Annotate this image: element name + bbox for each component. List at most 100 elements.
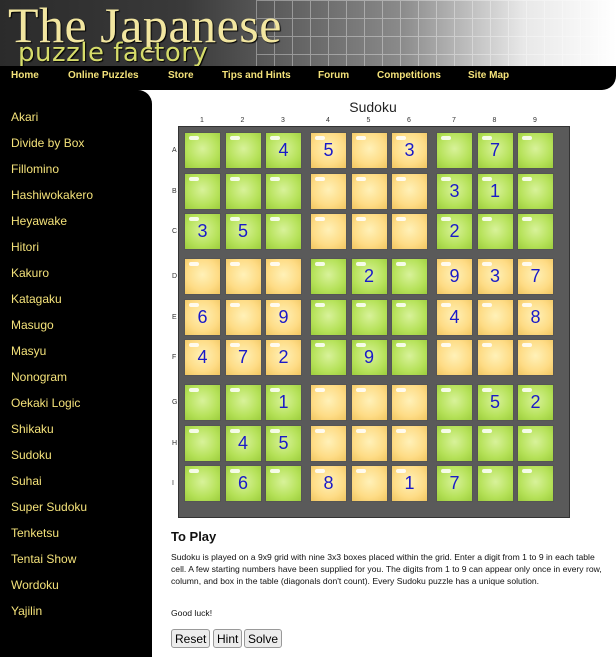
- nav-link-competitions[interactable]: Competitions: [377, 70, 441, 81]
- sidebar-item-heyawake[interactable]: Heyawake: [11, 214, 67, 228]
- sudoku-cell[interactable]: 7: [436, 465, 473, 502]
- sidebar-item-masugo[interactable]: Masugo: [11, 318, 54, 332]
- sidebar-item-oekaki-logic[interactable]: Oekaki Logic: [11, 396, 80, 410]
- sudoku-cell[interactable]: [436, 339, 473, 376]
- sudoku-cell[interactable]: [476, 424, 514, 462]
- sudoku-cell[interactable]: [265, 213, 302, 250]
- sudoku-cell[interactable]: 4: [184, 339, 221, 376]
- sidebar-item-sudoku[interactable]: Sudoku: [11, 448, 52, 462]
- sudoku-cell[interactable]: [310, 298, 347, 336]
- sudoku-cell[interactable]: [391, 384, 428, 421]
- sudoku-cell[interactable]: 2: [265, 339, 302, 376]
- sudoku-cell[interactable]: [224, 384, 262, 421]
- sudoku-cell[interactable]: [436, 132, 473, 169]
- sudoku-cell[interactable]: 9: [265, 298, 302, 336]
- sudoku-cell[interactable]: [310, 339, 347, 376]
- sudoku-cell[interactable]: [265, 172, 302, 210]
- sudoku-cell[interactable]: [310, 213, 347, 250]
- sudoku-cell[interactable]: 2: [517, 384, 554, 421]
- sidebar-item-tenketsu[interactable]: Tenketsu: [11, 526, 59, 540]
- sudoku-cell[interactable]: [310, 172, 347, 210]
- sudoku-cell[interactable]: [391, 172, 428, 210]
- sudoku-cell[interactable]: 5: [265, 424, 302, 462]
- sudoku-cell[interactable]: 3: [391, 132, 428, 169]
- sudoku-cell[interactable]: [224, 132, 262, 169]
- sudoku-cell[interactable]: 7: [224, 339, 262, 376]
- sidebar-item-shikaku[interactable]: Shikaku: [11, 422, 54, 436]
- sudoku-cell[interactable]: [310, 258, 347, 295]
- sudoku-cell[interactable]: [517, 424, 554, 462]
- nav-link-forum[interactable]: Forum: [318, 70, 349, 81]
- nav-link-tips-and-hints[interactable]: Tips and Hints: [222, 70, 291, 81]
- sudoku-cell[interactable]: [436, 424, 473, 462]
- sudoku-cell[interactable]: [350, 172, 388, 210]
- sidebar-item-nonogram[interactable]: Nonogram: [11, 370, 67, 384]
- sudoku-cell[interactable]: [350, 384, 388, 421]
- sudoku-cell[interactable]: [184, 384, 221, 421]
- sudoku-cell[interactable]: 3: [436, 172, 473, 210]
- sidebar-item-suhai[interactable]: Suhai: [11, 474, 42, 488]
- sudoku-cell[interactable]: [224, 172, 262, 210]
- sudoku-cell[interactable]: [436, 384, 473, 421]
- sudoku-cell[interactable]: [391, 339, 428, 376]
- sudoku-cell[interactable]: [184, 132, 221, 169]
- sudoku-cell[interactable]: 5: [224, 213, 262, 250]
- sudoku-cell[interactable]: [350, 213, 388, 250]
- sudoku-cell[interactable]: 8: [310, 465, 347, 502]
- sudoku-cell[interactable]: 2: [436, 213, 473, 250]
- sudoku-cell[interactable]: [517, 339, 554, 376]
- sudoku-cell[interactable]: 5: [310, 132, 347, 169]
- sudoku-cell[interactable]: [265, 465, 302, 502]
- sudoku-cell[interactable]: 2: [350, 258, 388, 295]
- sudoku-cell[interactable]: [517, 213, 554, 250]
- sudoku-cell[interactable]: [391, 213, 428, 250]
- sudoku-cell[interactable]: [184, 172, 221, 210]
- reset-button[interactable]: Reset: [171, 629, 211, 648]
- sidebar-item-super-sudoku[interactable]: Super Sudoku: [11, 500, 87, 514]
- sudoku-cell[interactable]: 3: [184, 213, 221, 250]
- sidebar-item-akari[interactable]: Akari: [11, 110, 38, 124]
- sudoku-cell[interactable]: [476, 465, 514, 502]
- sudoku-cell[interactable]: [184, 424, 221, 462]
- sudoku-cell[interactable]: [476, 213, 514, 250]
- sudoku-cell[interactable]: 4: [224, 424, 262, 462]
- sudoku-cell[interactable]: [391, 258, 428, 295]
- sudoku-cell[interactable]: 4: [265, 132, 302, 169]
- nav-link-home[interactable]: Home: [11, 70, 39, 81]
- sudoku-cell[interactable]: 3: [476, 258, 514, 295]
- sudoku-cell[interactable]: 8: [517, 298, 554, 336]
- sudoku-cell[interactable]: [310, 384, 347, 421]
- sudoku-cell[interactable]: [391, 424, 428, 462]
- sudoku-cell[interactable]: 4: [436, 298, 473, 336]
- sudoku-cell[interactable]: [310, 424, 347, 462]
- sudoku-cell[interactable]: [184, 465, 221, 502]
- sidebar-item-wordoku[interactable]: Wordoku: [11, 578, 59, 592]
- solve-button[interactable]: Solve: [244, 629, 283, 648]
- sudoku-cell[interactable]: 1: [265, 384, 302, 421]
- sudoku-cell[interactable]: 6: [184, 298, 221, 336]
- sidebar-item-divide-by-box[interactable]: Divide by Box: [11, 136, 84, 150]
- sudoku-cell[interactable]: 9: [350, 339, 388, 376]
- sudoku-cell[interactable]: [350, 132, 388, 169]
- sudoku-cell[interactable]: [517, 172, 554, 210]
- sudoku-cell[interactable]: [224, 298, 262, 336]
- sudoku-cell[interactable]: [224, 258, 262, 295]
- sidebar-item-fillomino[interactable]: Fillomino: [11, 162, 59, 176]
- sudoku-cell[interactable]: 6: [224, 465, 262, 502]
- sudoku-cell[interactable]: [476, 298, 514, 336]
- sudoku-cell[interactable]: [350, 465, 388, 502]
- sudoku-cell[interactable]: 7: [476, 132, 514, 169]
- sudoku-cell[interactable]: 9: [436, 258, 473, 295]
- sudoku-cell[interactable]: [517, 465, 554, 502]
- sidebar-item-hashiwokakero[interactable]: Hashiwokakero: [11, 188, 93, 202]
- nav-link-store[interactable]: Store: [168, 70, 194, 81]
- sudoku-cell[interactable]: 5: [476, 384, 514, 421]
- sudoku-cell[interactable]: 7: [517, 258, 554, 295]
- sudoku-cell[interactable]: [184, 258, 221, 295]
- sidebar-item-katagaku[interactable]: Katagaku: [11, 292, 62, 306]
- sidebar-item-masyu[interactable]: Masyu: [11, 344, 46, 358]
- sudoku-cell[interactable]: [391, 298, 428, 336]
- site-logo-subtitle[interactable]: puzzle factory: [18, 38, 208, 68]
- hint-button[interactable]: Hint: [213, 629, 243, 648]
- sudoku-cell[interactable]: 1: [476, 172, 514, 210]
